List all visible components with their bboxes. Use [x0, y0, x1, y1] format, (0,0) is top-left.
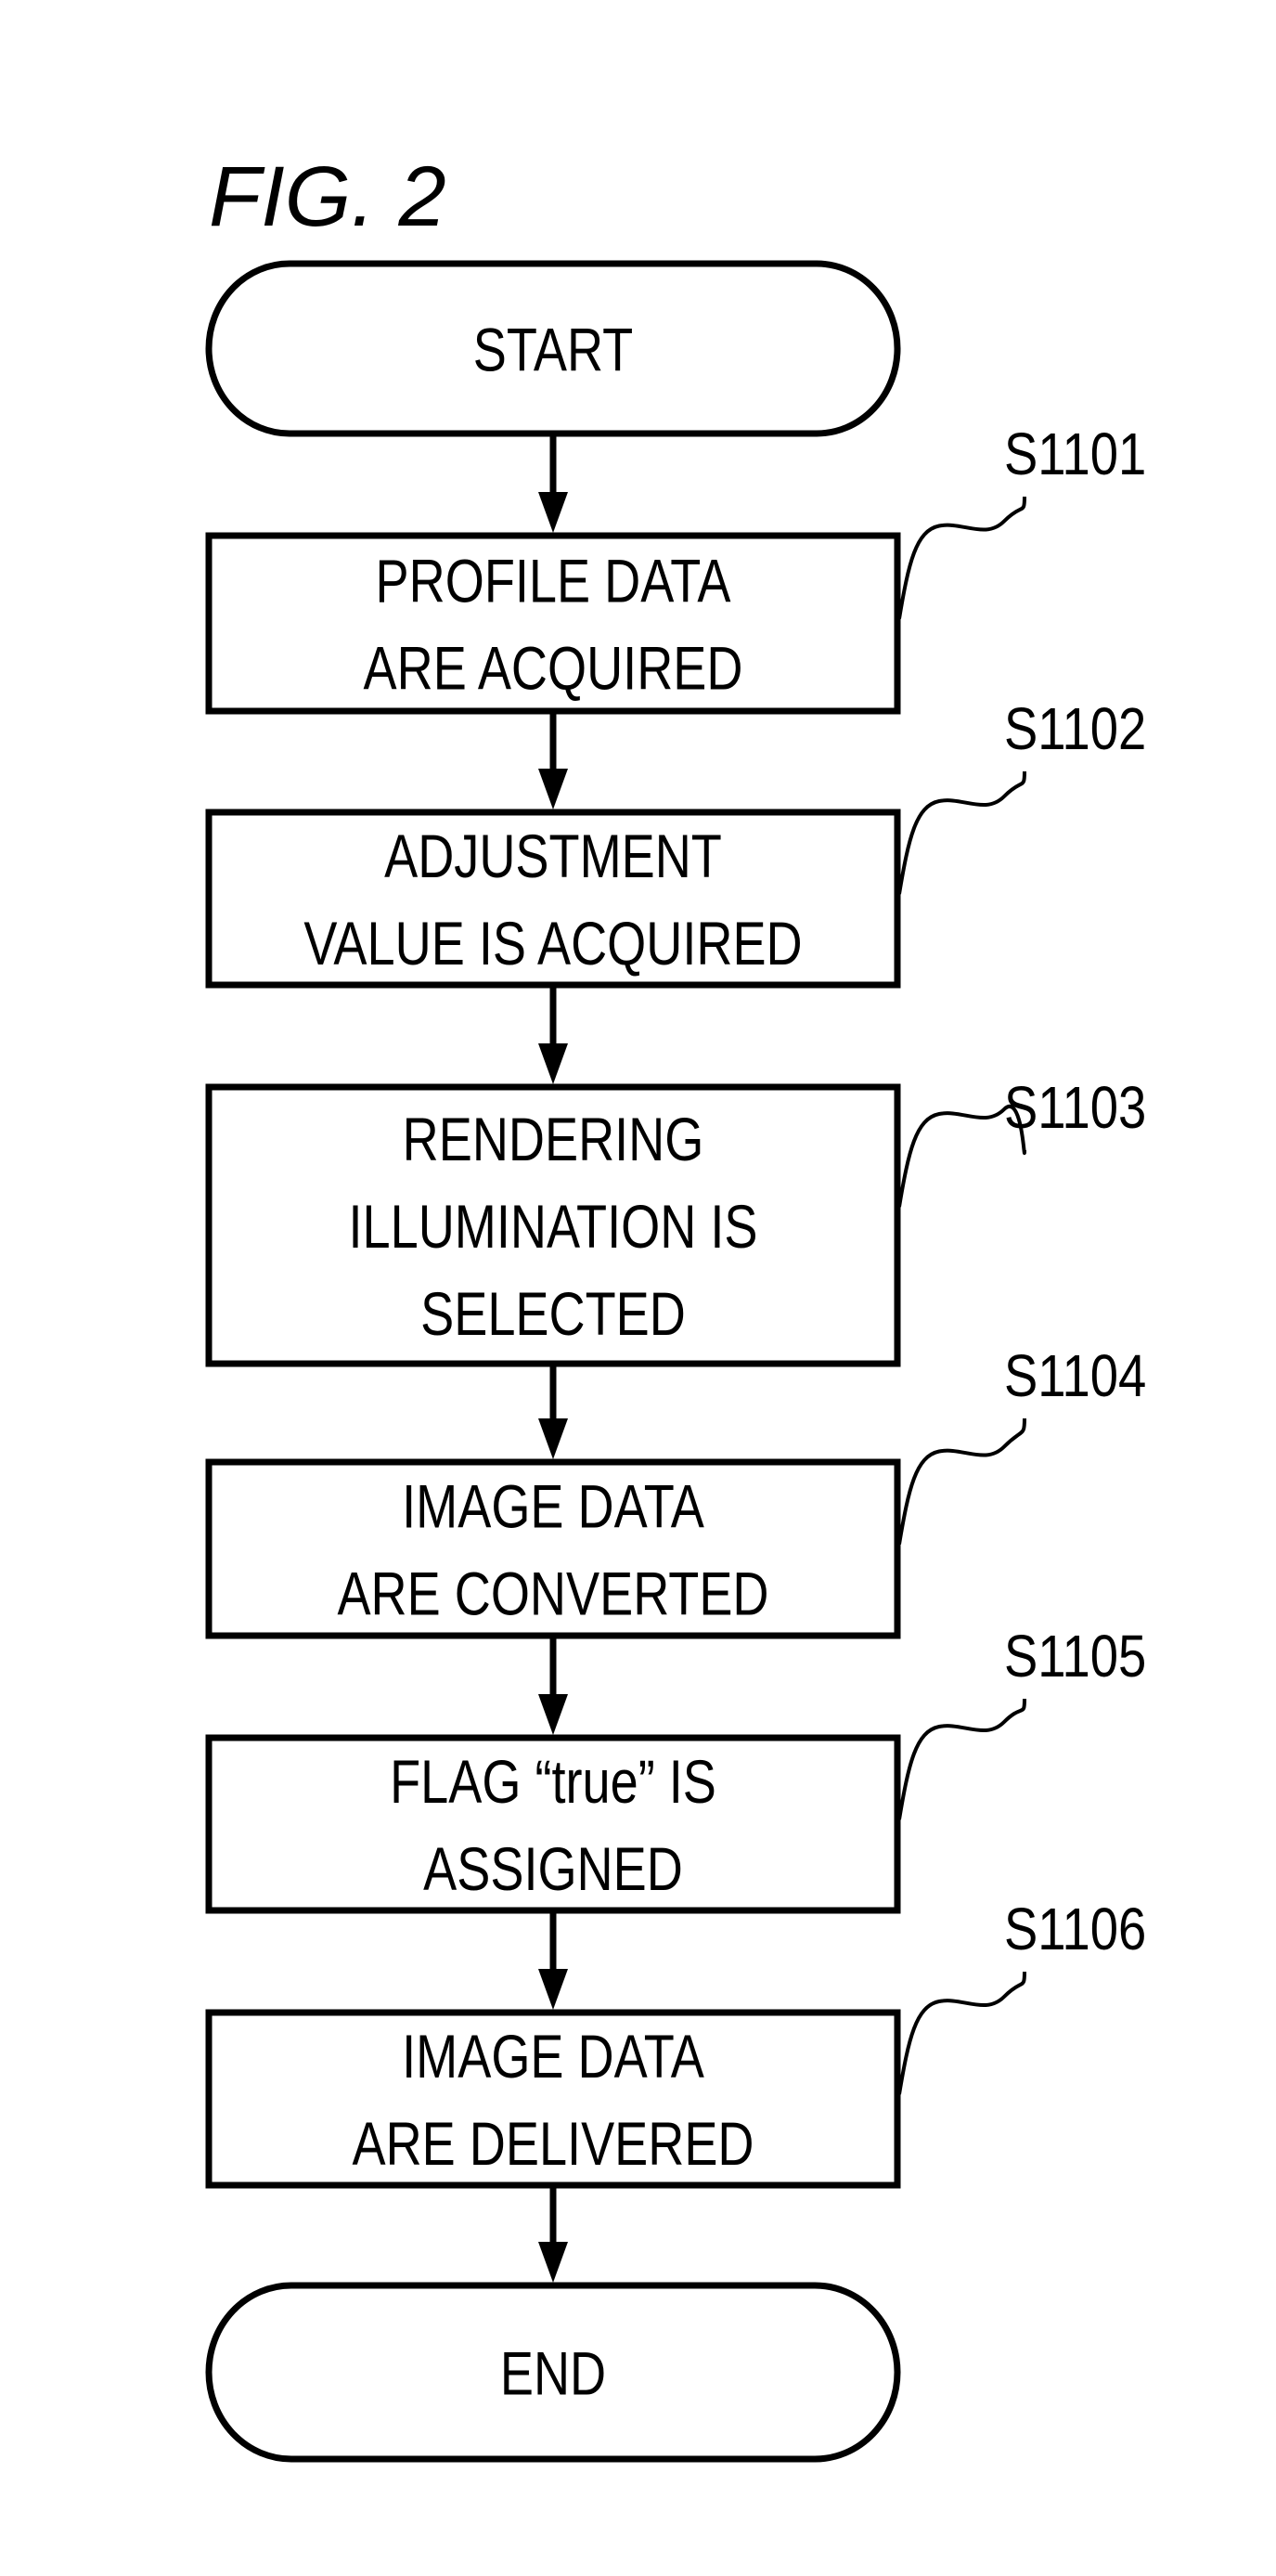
- node-s1104: IMAGE DATA ARE CONVERTED S1104: [205, 1342, 1146, 1639]
- arrowhead-icon: [538, 1418, 568, 1459]
- edge-start-s1101: [538, 436, 568, 533]
- edge-s1101-s1102: [538, 714, 568, 809]
- leader-line: [897, 1698, 1026, 1820]
- arrowhead-icon: [538, 492, 568, 533]
- leader-line: [897, 770, 1026, 895]
- leader-line: [897, 496, 1026, 619]
- arrowhead-icon: [538, 1694, 568, 1735]
- node-text-line: ADJUSTMENT: [384, 822, 722, 890]
- leader-line: [897, 1971, 1026, 2095]
- step-label: S1103: [1004, 1074, 1146, 1141]
- node-text-line: START: [473, 315, 633, 383]
- arrowhead-icon: [538, 769, 568, 809]
- edge-s1104-s1105: [538, 1638, 568, 1735]
- node-text-line: ARE CONVERTED: [337, 1559, 768, 1627]
- node-start: START: [205, 260, 901, 437]
- node-text-line: IMAGE DATA: [402, 2022, 704, 2091]
- leader-line: [897, 1417, 1026, 1545]
- step-label: S1105: [1004, 1623, 1146, 1689]
- arrowhead-icon: [538, 2242, 568, 2283]
- node-text-line: IMAGE DATA: [402, 1471, 704, 1540]
- node-text-line: PROFILE DATA: [376, 546, 732, 615]
- node-text-line: SELECTED: [420, 1279, 686, 1348]
- node-s1106: IMAGE DATA ARE DELIVERED S1106: [205, 1896, 1146, 2189]
- node-text-line: ASSIGNED: [423, 1834, 683, 1903]
- node-s1103: RENDERING ILLUMINATION IS SELECTED S1103: [205, 1074, 1146, 1367]
- arrowhead-icon: [538, 1969, 568, 2010]
- step-label: S1106: [1004, 1896, 1146, 1962]
- node-text-line: ILLUMINATION IS: [349, 1192, 758, 1261]
- node-s1105: FLAG “true” IS ASSIGNED S1105: [205, 1623, 1146, 1914]
- node-end: END: [205, 2282, 901, 2463]
- node-text-line: RENDERING: [403, 1105, 704, 1173]
- node-text-line: FLAG “true” IS: [390, 1747, 716, 1816]
- nodes: START PROFILE DATA ARE ACQUIRED S1101 ADJUST…: [205, 260, 1146, 2463]
- arrowhead-icon: [538, 1043, 568, 1084]
- node-text-line: ARE ACQUIRED: [364, 633, 743, 702]
- edge-s1102-s1103: [538, 988, 568, 1084]
- node-text-line: VALUE IS ACQUIRED: [303, 909, 802, 977]
- node-s1101: PROFILE DATA ARE ACQUIRED S1101: [205, 421, 1146, 715]
- node-s1102: ADJUSTMENT VALUE IS ACQUIRED S1102: [205, 695, 1146, 989]
- step-label: S1102: [1004, 695, 1146, 762]
- figure-title: FIG. 2: [209, 149, 446, 244]
- edge-s1103-s1104: [538, 1366, 568, 1459]
- edge-s1106-end: [538, 2188, 568, 2283]
- step-label: S1104: [1004, 1342, 1146, 1409]
- node-text-line: ARE DELIVERED: [352, 2109, 754, 2178]
- flowchart: FIG. 2 START PROFILE DATA ARE ACQUIRED S110…: [205, 149, 1146, 2463]
- edge-s1105-s1106: [538, 1913, 568, 2010]
- step-label: S1101: [1004, 421, 1146, 487]
- node-text-line: END: [500, 2338, 606, 2407]
